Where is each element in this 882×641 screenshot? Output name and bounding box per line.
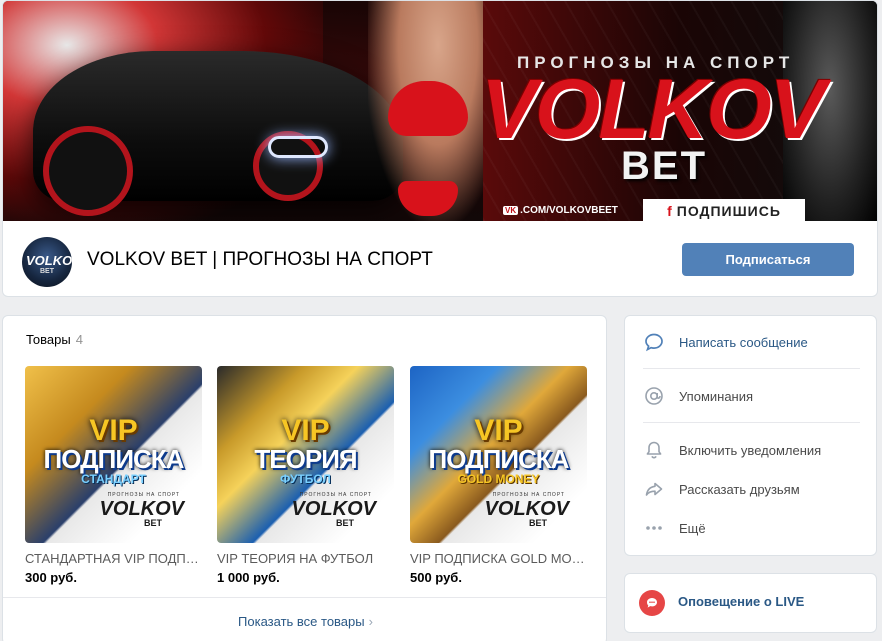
product-small-label: СТАНДАРТ [81, 472, 146, 486]
vk-logo-icon: VK [503, 206, 519, 215]
menu-item-label: Включить уведомления [679, 442, 822, 458]
menu-item-write-message[interactable]: Написать сообщение [625, 328, 878, 356]
cover-subscribe-badge: f ПОДПИШИСЬ [643, 199, 805, 221]
actions-menu: Написать сообщение Упоминания Включить у… [624, 315, 877, 556]
cover-car-wheel [43, 126, 133, 216]
vk-f-icon: f [667, 203, 673, 219]
cover-url-text: .COM/VOLKOVBEET [520, 205, 618, 216]
message-icon [643, 331, 665, 353]
product-card[interactable]: VIP ПОДПИСКА GOLD MONEY ПРОГНОЗЫ НА СПОР… [410, 366, 587, 585]
menu-item-label: Упоминания [679, 388, 754, 404]
menu-item-mentions[interactable]: Упоминания [625, 382, 878, 410]
share-icon [643, 478, 665, 500]
cover-badge-label: ПОДПИШИСЬ [676, 203, 781, 219]
menu-item-notifications[interactable]: Включить уведомления [625, 436, 878, 464]
group-header-card: ПРОГНОЗЫ НА СПОРТ VOLKOV BET VK .COM/VOLK… [2, 0, 878, 297]
menu-item-label: Написать сообщение [679, 334, 808, 350]
bell-icon [643, 439, 665, 461]
product-vip-label: VIP [474, 414, 523, 447]
subscribe-button[interactable]: Подписаться [682, 243, 854, 276]
product-brand-sub: BET [529, 518, 547, 528]
divider [3, 597, 606, 598]
avatar-text: VOLKOV [26, 253, 72, 268]
product-big-label: ПОДПИСКА [428, 444, 570, 474]
product-image[interactable]: VIP ТЕОРИЯ ФУТБОЛ ПРОГНОЗЫ НА СПОРТ VOLK… [217, 366, 394, 543]
chevron-right-icon: › [368, 614, 373, 629]
product-brand-sub: BET [144, 518, 162, 528]
live-label: Оповещение о LIVE [678, 594, 805, 609]
cover-image: ПРОГНОЗЫ НА СПОРТ VOLKOV BET VK .COM/VOLK… [3, 1, 877, 221]
product-small-label: GOLD MONEY [457, 472, 540, 486]
product-vip-label: VIP [89, 414, 138, 447]
show-all-goods-link[interactable]: Показать все товары › [3, 614, 606, 629]
cover-brand-sub: BET [621, 144, 707, 188]
product-name[interactable]: VIP ТЕОРИЯ НА ФУТБОЛ [217, 551, 394, 566]
show-all-label: Показать все товары [238, 614, 365, 629]
cover-brand-logo: VOLKOV [481, 62, 826, 156]
product-brand: VOLKOV [484, 498, 569, 520]
menu-item-label: Рассказать друзьям [679, 481, 800, 497]
menu-item-label: Ещё [679, 520, 706, 536]
product-brand: VOLKOV [291, 498, 376, 520]
product-brand: VOLKOV [99, 498, 184, 520]
page-title: VOLKOV BET | ПРОГНОЗЫ НА СПОРТ [87, 249, 433, 270]
divider [643, 368, 860, 369]
menu-item-share[interactable]: Рассказать друзьям [625, 475, 878, 503]
goods-heading: Товары [26, 332, 71, 347]
product-image[interactable]: VIP ПОДПИСКА СТАНДАРТ ПРОГНОЗЫ НА СПОРТ … [25, 366, 202, 543]
product-name[interactable]: VIP ПОДПИСКА GOLD MONEY [410, 551, 587, 566]
goods-count: 4 [75, 332, 83, 347]
product-price: 500 руб. [410, 570, 462, 585]
goods-header[interactable]: Товары 4 [26, 332, 83, 347]
product-card[interactable]: VIP ТЕОРИЯ ФУТБОЛ ПРОГНОЗЫ НА СПОРТ VOLK… [217, 366, 394, 585]
cover-car-headlight [268, 136, 328, 158]
avatar-sub: BET [40, 268, 54, 275]
product-image[interactable]: VIP ПОДПИСКА GOLD MONEY ПРОГНОЗЫ НА СПОР… [410, 366, 587, 543]
more-icon [643, 517, 665, 539]
product-small-label: ФУТБОЛ [280, 472, 331, 486]
product-big-label: ПОДПИСКА [43, 444, 185, 474]
menu-item-more[interactable]: Ещё [625, 514, 878, 542]
at-icon [643, 385, 665, 407]
avatar[interactable]: VOLKOV BET [22, 237, 72, 287]
live-notification-card[interactable]: Оповещение о LIVE [624, 573, 877, 633]
live-icon [639, 590, 665, 616]
product-price: 300 руб. [25, 570, 77, 585]
divider [643, 422, 860, 423]
product-card[interactable]: VIP ПОДПИСКА СТАНДАРТ ПРОГНОЗЫ НА СПОРТ … [25, 366, 202, 585]
product-price: 1 000 руб. [217, 570, 280, 585]
product-name[interactable]: СТАНДАРТНАЯ VIP ПОДПИСКА [25, 551, 202, 566]
product-big-label: ТЕОРИЯ [254, 444, 357, 474]
goods-card: Товары 4 VIP ПОДПИСКА СТАНДАРТ ПРОГНОЗЫ Н… [2, 315, 607, 641]
product-vip-label: VIP [281, 414, 330, 447]
cover-url: VK .COM/VOLKOVBEET [503, 205, 618, 216]
product-brand-sub: BET [336, 518, 354, 528]
